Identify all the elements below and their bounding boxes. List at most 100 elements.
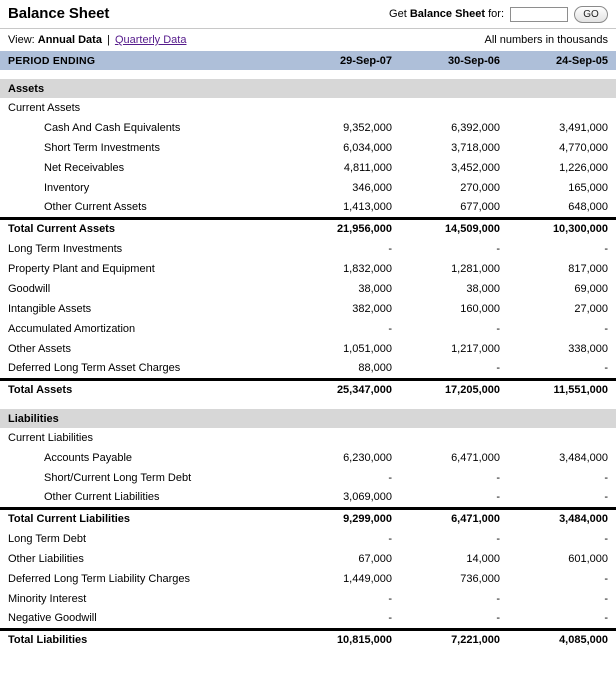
- row-label: Other Current Liabilities: [44, 491, 160, 504]
- row-value-col-2: 69,000: [574, 283, 608, 295]
- row-value-col-2: -: [604, 362, 608, 375]
- row-value-col-0: [292, 98, 400, 118]
- row-label: Negative Goodwill: [8, 612, 97, 625]
- balance-sheet-body: PERIOD ENDING 29-Sep-07 30-Sep-06 24-Sep…: [0, 51, 616, 650]
- row-value-col-2: -: [604, 323, 608, 335]
- row-value-col-2: 165,000: [568, 182, 608, 194]
- row-label: Goodwill: [8, 283, 51, 295]
- row-label: Short/Current Long Term Debt: [44, 472, 192, 484]
- row-value-col-2: 3,484,000: [508, 506, 616, 529]
- ticker-lookup-label-bold: Balance Sheet: [409, 8, 486, 20]
- row-label: Property Plant and Equipment: [8, 263, 155, 275]
- row-value-col-0: 1,413,000: [343, 201, 392, 214]
- row-value-col-1: 1,217,000: [451, 343, 500, 355]
- section-header-liabilities: Liabilities: [0, 409, 616, 428]
- table-row: Accounts Payable 6,230,000 6,471,000 3,484,…: [0, 448, 616, 468]
- row-value-col-1: [400, 428, 508, 448]
- row-label: Current Assets: [8, 102, 81, 114]
- view-label: View:: [8, 34, 35, 46]
- row-label: Accumulated Amortization: [8, 323, 136, 335]
- spacer-row: [0, 400, 616, 409]
- units-note: All numbers in thousands: [484, 34, 608, 46]
- row-value-col-1: -: [496, 243, 500, 255]
- spacer-cell: [0, 400, 616, 409]
- spacer-cell: [0, 70, 616, 79]
- balance-sheet-table: PERIOD ENDING 29-Sep-07 30-Sep-06 24-Sep…: [0, 51, 616, 650]
- row-value-col-2: -: [604, 593, 608, 605]
- row-value-col-1: -: [496, 491, 500, 504]
- balance-sheet-page: Balance Sheet Get Balance Sheet for: GO …: [0, 0, 616, 689]
- row-value-col-2: -: [604, 612, 608, 625]
- row-value-col-0: 67,000: [358, 553, 392, 565]
- row-label: Other Liabilities: [8, 553, 84, 565]
- table-row: Other Liabilities 67,000 14,000 601,000: [0, 549, 616, 569]
- ticker-lookup-label-prefix: Get: [389, 8, 410, 20]
- table-row: Deferred Long Term Liability Charges 1,44…: [0, 569, 616, 589]
- section-header-label: Assets: [8, 82, 45, 95]
- total-row: Total Current Liabilities 9,299,000 6,471,…: [0, 506, 616, 529]
- annual-data-label: Annual Data: [37, 34, 102, 46]
- row-label: Other Assets: [8, 343, 71, 355]
- quarterly-data-link[interactable]: Quarterly Data: [115, 34, 187, 46]
- row-value-col-2: -: [604, 472, 608, 484]
- row-value-col-0: 1,832,000: [343, 263, 392, 275]
- row-value-col-0: -: [388, 612, 392, 625]
- table-row: Current Liabilities: [0, 428, 616, 448]
- row-value-col-1: 736,000: [460, 573, 500, 585]
- total-row: Total Current Assets 21,956,000 14,509,000…: [0, 216, 616, 239]
- row-value-col-2: [508, 98, 616, 118]
- table-row: Other Current Liabilities 3,069,000 - -: [0, 488, 616, 508]
- row-value-col-0: 38,000: [358, 283, 392, 295]
- row-value-col-2: -: [604, 243, 608, 255]
- row-value-col-2: 1,226,000: [559, 162, 608, 174]
- row-label: Short Term Investments: [44, 142, 160, 154]
- table-row: Short Term Investments 6,034,000 3,718,000…: [0, 138, 616, 158]
- spacer-row: [0, 70, 616, 79]
- row-label: Minority Interest: [8, 593, 87, 605]
- row-value-col-1: -: [496, 323, 500, 335]
- row-value-col-0: 6,230,000: [343, 452, 392, 464]
- row-value-col-1: 17,205,000: [400, 377, 508, 400]
- row-value-col-1: 1,281,000: [451, 263, 500, 275]
- row-value-col-0: 382,000: [352, 303, 392, 315]
- row-value-col-0: 346,000: [352, 182, 392, 194]
- table-row: Net Receivables 4,811,000 3,452,000 1,226,0…: [0, 158, 616, 178]
- row-value-col-1: 6,471,000: [451, 452, 500, 464]
- row-label: Long Term Investments: [8, 243, 123, 255]
- row-label: Accounts Payable: [44, 452, 133, 464]
- total-row: Total Liabilities 10,815,000 7,221,000 4,08…: [0, 627, 616, 650]
- row-value-col-1: 38,000: [466, 283, 500, 295]
- row-value-col-0: 4,811,000: [343, 162, 392, 174]
- table-row: Long Term Debt - - -: [0, 529, 616, 549]
- row-value-col-1: 3,718,000: [451, 142, 500, 154]
- row-value-col-2: 817,000: [568, 263, 608, 275]
- row-label: Total Assets: [0, 377, 292, 400]
- row-value-col-1: -: [496, 362, 500, 375]
- view-switcher: View: Annual Data | Quarterly Data: [8, 34, 186, 46]
- row-label: Inventory: [44, 182, 90, 194]
- ticker-input[interactable]: [510, 6, 568, 22]
- row-value-col-2: 3,491,000: [559, 122, 608, 134]
- row-value-col-2: -: [604, 573, 608, 585]
- row-label: Total Liabilities: [0, 627, 292, 650]
- row-value-col-2: 10,300,000: [508, 216, 616, 239]
- row-value-col-0: 1,449,000: [343, 573, 392, 585]
- row-value-col-1: -: [496, 533, 500, 545]
- table-row: Accumulated Amortization - - -: [0, 319, 616, 339]
- row-value-col-2: -: [604, 533, 608, 545]
- row-label: Total Current Assets: [0, 216, 292, 239]
- row-value-col-2: 4,770,000: [559, 142, 608, 154]
- row-label: Deferred Long Term Liability Charges: [8, 573, 190, 585]
- row-value-col-1: 160,000: [460, 303, 500, 315]
- ticker-lookup-form: Get Balance Sheet for: GO: [389, 5, 608, 23]
- go-button[interactable]: GO: [574, 5, 608, 23]
- row-value-col-1: 677,000: [460, 201, 500, 214]
- row-value-col-1: -: [496, 612, 500, 625]
- row-value-col-0: 21,956,000: [292, 216, 400, 239]
- section-header-label: Liabilities: [8, 412, 59, 425]
- row-label: Intangible Assets: [8, 303, 92, 315]
- table-row: Current Assets: [0, 98, 616, 118]
- period-col-1: 30-Sep-06: [448, 54, 500, 67]
- row-value-col-0: -: [388, 593, 392, 605]
- row-value-col-0: 9,352,000: [343, 122, 392, 134]
